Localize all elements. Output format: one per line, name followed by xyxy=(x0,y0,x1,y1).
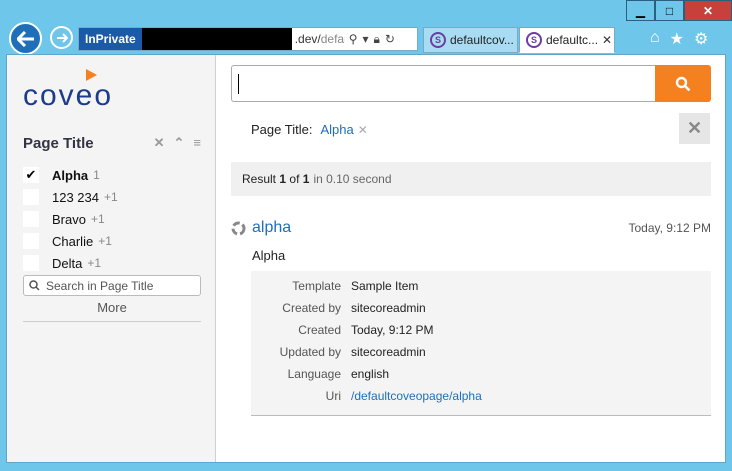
checkbox[interactable] xyxy=(23,233,39,249)
checkbox[interactable] xyxy=(23,211,39,227)
breadcrumb: Page Title: Alpha ✕ xyxy=(251,122,368,137)
clear-all-button[interactable]: ✕ xyxy=(679,113,710,144)
browser-toolbar: InPrivate .dev/defau ⚲ ▾ 🔒︎ ↻ S defaultc… xyxy=(0,21,732,55)
back-button[interactable] xyxy=(9,22,42,55)
facet-sidebar: coveo Page Title ✕ ⌃ ≡ ✔ Alpha 1 123 234… xyxy=(7,55,216,462)
address-bar[interactable]: InPrivate .dev/defau ⚲ ▾ 🔒︎ ↻ xyxy=(78,27,418,51)
clear-facet-icon[interactable]: ✕ xyxy=(154,135,165,151)
forward-icon xyxy=(56,32,68,43)
facet-settings-icon[interactable]: ≡ xyxy=(193,135,201,151)
sitecore-icon: S xyxy=(526,32,542,48)
lock-icon[interactable]: 🔒︎ xyxy=(374,32,380,47)
inprivate-badge: InPrivate xyxy=(79,28,142,50)
collapse-facet-icon[interactable]: ⌃ xyxy=(174,135,185,151)
facet-value-bravo[interactable]: Bravo +1 xyxy=(23,208,203,230)
facet-value-alpha[interactable]: ✔ Alpha 1 xyxy=(23,164,203,186)
page-content: coveo Page Title ✕ ⌃ ≡ ✔ Alpha 1 123 234… xyxy=(6,54,726,463)
facet-search-field[interactable] xyxy=(23,275,201,296)
close-tab-icon[interactable]: ✕ xyxy=(602,33,612,47)
maximize-button[interactable]: □ xyxy=(655,0,684,21)
close-window-button[interactable]: ✕ xyxy=(684,0,732,21)
tab-title: defaultcov... xyxy=(450,33,514,47)
facet-value-123-234[interactable]: 123 234 +1 xyxy=(23,186,203,208)
detail-row-template: Template Sample Item xyxy=(292,279,419,293)
refresh-icon[interactable]: ↻ xyxy=(385,32,395,46)
text-caret xyxy=(238,74,239,94)
url-text: .dev/defau xyxy=(294,32,345,46)
detail-row-updated-by: Updated by sitecoreadmin xyxy=(279,345,426,359)
detail-row-created: Created Today, 9:12 PM xyxy=(298,323,434,337)
breadcrumb-value[interactable]: Alpha xyxy=(320,122,353,137)
search-input[interactable] xyxy=(232,66,655,101)
divider xyxy=(23,321,201,322)
back-icon xyxy=(16,30,34,47)
facet-value-delta[interactable]: Delta +1 xyxy=(23,252,203,274)
detail-row-language: Language english xyxy=(287,367,390,381)
results-panel: Page Title: Alpha ✕ ✕ Result 1 of 1 in 0… xyxy=(231,55,711,462)
facet-values-list: ✔ Alpha 1 123 234 +1 Bravo +1 Charlie +1 xyxy=(23,164,203,274)
redacted-url xyxy=(141,28,292,50)
detail-row-uri: Uri /defaultcoveopage/alpha xyxy=(325,389,482,403)
search-icon[interactable]: ⚲ xyxy=(349,32,358,46)
result-title-link[interactable]: alpha xyxy=(252,219,291,237)
more-link[interactable]: More xyxy=(23,300,201,315)
query-summary: Result 1 of 1 in 0.10 second xyxy=(231,162,711,196)
checkbox-checked[interactable]: ✔ xyxy=(23,167,39,183)
checkbox[interactable] xyxy=(23,255,39,271)
settings-gear-icon[interactable]: ⚙ xyxy=(694,29,708,49)
minimize-button[interactable]: ▁ xyxy=(626,0,655,21)
facet-search-input[interactable] xyxy=(44,277,194,294)
facet-value-charlie[interactable]: Charlie +1 xyxy=(23,230,203,252)
result-date: Today, 9:12 PM xyxy=(628,221,712,235)
tab-defaultcoveopage-1[interactable]: S defaultcov... xyxy=(423,27,518,53)
home-icon[interactable]: ⌂ xyxy=(650,29,660,49)
sitecore-icon: S xyxy=(430,32,446,48)
result-type-icon xyxy=(231,221,246,236)
result-excerpt: Alpha xyxy=(252,248,286,263)
facet-title: Page Title xyxy=(23,135,94,152)
forward-button[interactable] xyxy=(50,26,73,49)
result-details-table: Template Sample Item Created by sitecore… xyxy=(251,271,711,416)
checkbox[interactable] xyxy=(23,189,39,205)
favorites-star-icon[interactable]: ★ xyxy=(670,29,684,49)
tab-title: defaultc... xyxy=(546,33,599,47)
uri-link[interactable]: /defaultcoveopage/alpha xyxy=(351,389,482,403)
dropdown-icon[interactable]: ▾ xyxy=(363,32,369,46)
remove-breadcrumb-icon[interactable]: ✕ xyxy=(358,123,368,137)
tab-defaultcoveopage-2[interactable]: S defaultc... ✕ xyxy=(519,27,615,53)
window-controls: ▁ □ ✕ xyxy=(626,0,732,21)
coveo-logo: coveo xyxy=(23,69,143,112)
facet-header: Page Title ✕ ⌃ ≡ xyxy=(23,135,201,155)
search-icon xyxy=(29,280,40,291)
search-box[interactable] xyxy=(231,65,655,102)
search-button[interactable] xyxy=(655,65,711,102)
detail-row-created-by: Created by sitecoreadmin xyxy=(282,301,426,315)
breadcrumb-label: Page Title: xyxy=(251,122,313,137)
search-icon xyxy=(675,76,691,91)
